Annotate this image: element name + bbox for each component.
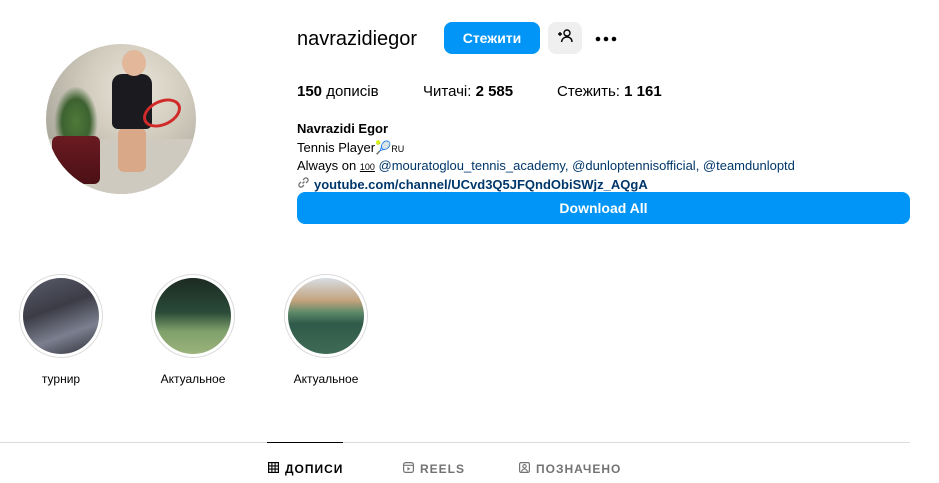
bio-link-text: youtube.com/channel/UCvd3Q5JFQndObiSWjz_…: [314, 176, 648, 192]
tab-posts-label: ДОПИСИ: [285, 462, 344, 476]
tab-posts[interactable]: ДОПИСИ: [268, 462, 343, 476]
tennis-emoji-icon: 🎾: [375, 140, 392, 155]
stat-followers[interactable]: Читачі: 2 585: [423, 83, 513, 100]
hundred-emoji-icon: 100: [359, 162, 375, 172]
bio-occupation: Tennis Player: [297, 140, 376, 155]
reels-icon: [403, 462, 415, 476]
add-user-icon: [557, 28, 573, 49]
avatar-tennis-bag: [52, 136, 100, 184]
highlight-label: Актуальное: [293, 372, 359, 386]
follow-button[interactable]: Стежити: [444, 22, 540, 54]
highlight-item[interactable]: турнир: [19, 274, 103, 386]
highlight-label: Актуальное: [160, 372, 226, 386]
highlight-item[interactable]: Актуальное: [284, 274, 368, 386]
tab-reels[interactable]: REELS: [403, 462, 465, 476]
highlight-cover: [155, 278, 231, 354]
avatar-player-head: [122, 50, 146, 76]
stat-followers-value: 2 585: [475, 83, 514, 100]
stat-posts-value: 150: [297, 83, 323, 100]
more-options-button[interactable]: [592, 24, 620, 52]
tagged-icon: [519, 462, 531, 476]
stat-following[interactable]: Стежить: 1 161: [557, 83, 662, 100]
highlight-cover: [23, 278, 99, 354]
stat-posts-label: дописів: [326, 83, 379, 100]
highlight-ring: [284, 274, 368, 358]
suggest-users-button[interactable]: [548, 22, 582, 54]
stat-following-value: 1 161: [624, 83, 662, 100]
bio-mentions[interactable]: @mouratoglou_tennis_academy, @dunloptenn…: [379, 158, 795, 173]
stat-following-label: Стежить:: [557, 83, 625, 100]
highlight-cover: [288, 278, 364, 354]
tab-tagged[interactable]: ПОЗНАЧЕНО: [519, 462, 621, 476]
more-dots-icon: [595, 29, 617, 47]
bio-line-2: Always on 100 @mouratoglou_tennis_academ…: [297, 158, 795, 173]
highlight-ring: [19, 274, 103, 358]
highlight-label: турнир: [41, 372, 81, 386]
avatar-player-legs: [118, 128, 146, 172]
tab-reels-label: REELS: [420, 462, 466, 476]
profile-username: navrazidiegor: [297, 28, 418, 50]
highlight-ring: [151, 274, 235, 358]
tab-tagged-label: ПОЗНАЧЕНО: [536, 462, 622, 476]
highlight-item[interactable]: Актуальное: [151, 274, 235, 386]
grid-icon: [268, 462, 280, 476]
bio-always-on: Always on: [297, 158, 360, 173]
bio-full-name: Navrazidi Egor: [297, 121, 389, 136]
bio-flag: RU: [391, 144, 405, 154]
stat-posts: 150 дописів: [297, 83, 379, 100]
active-tab-indicator: [267, 442, 343, 443]
link-icon: [297, 176, 310, 192]
bio-link[interactable]: youtube.com/channel/UCvd3Q5JFQndObiSWjz_…: [297, 176, 648, 192]
tabs-divider: [0, 442, 910, 443]
download-all-button[interactable]: Download All: [297, 192, 910, 224]
stat-followers-label: Читачі:: [423, 83, 476, 100]
bio-line-1: Tennis Player🎾RU: [297, 140, 404, 156]
profile-avatar[interactable]: [46, 44, 196, 194]
